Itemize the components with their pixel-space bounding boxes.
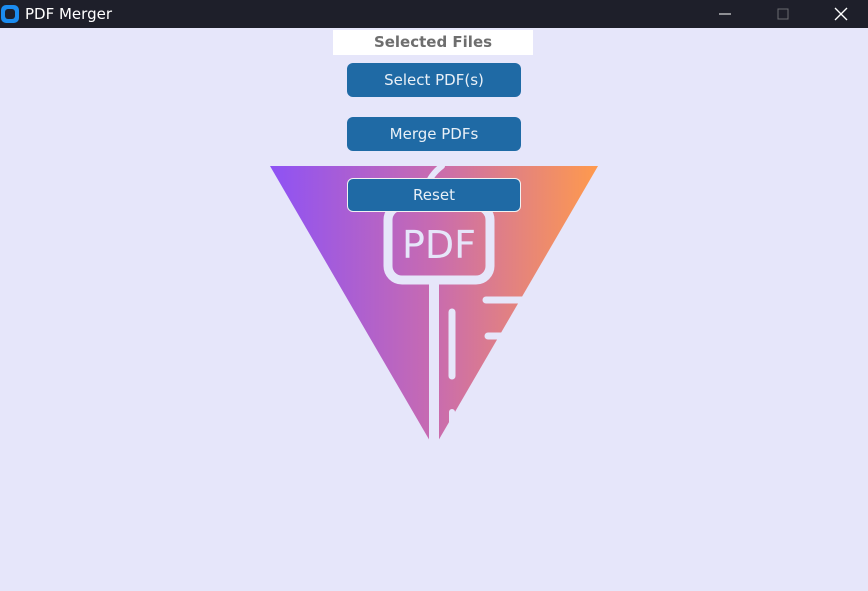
maximize-button[interactable]: [754, 0, 812, 28]
merge-pdfs-button[interactable]: Merge PDFs: [347, 117, 521, 151]
minimize-button[interactable]: [696, 0, 754, 28]
title-bar: PDF Merger: [0, 0, 868, 28]
select-pdfs-button[interactable]: Select PDF(s): [347, 63, 521, 97]
maximize-icon: [777, 8, 789, 20]
close-icon: [834, 7, 848, 21]
logo-pdf-text: PDF: [402, 223, 476, 267]
app-window: PDF Merger PDF Selected Files Select PDF…: [0, 0, 868, 591]
selected-files-label: Selected Files: [333, 30, 533, 55]
minimize-icon: [719, 13, 731, 15]
reset-button[interactable]: Reset: [347, 178, 521, 212]
window-title: PDF Merger: [25, 5, 112, 23]
app-icon: [1, 5, 19, 23]
close-button[interactable]: [812, 0, 868, 28]
